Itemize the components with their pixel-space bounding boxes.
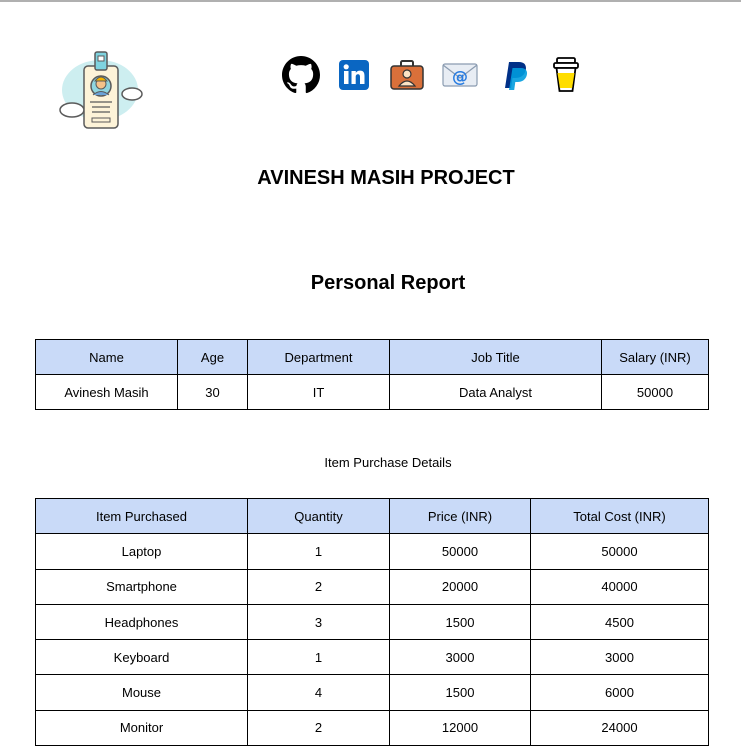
- column-header: Item Purchased: [35, 497, 248, 535]
- price-cell: 1500: [389, 603, 531, 641]
- personal-report-title: Personal Report: [310, 272, 466, 294]
- linkedin-icon[interactable]: [334, 55, 374, 95]
- table-row: Mouse 4 1500 6000: [35, 674, 709, 711]
- quantity-cell: 4: [247, 674, 390, 711]
- price-cell: 12000: [389, 709, 531, 746]
- table-row: Headphones 3 1500 4500: [35, 603, 709, 641]
- price-cell: 3000: [389, 639, 531, 676]
- quantity-cell: 1: [247, 533, 390, 570]
- purchase-caption: Item Purchase Details: [324, 455, 452, 470]
- column-header: Quantity: [247, 497, 390, 535]
- total-cost-cell: 50000: [530, 533, 709, 570]
- job-title-cell: Data Analyst: [389, 374, 602, 410]
- column-header: Name: [35, 339, 178, 375]
- total-cost-cell: 6000: [530, 674, 709, 711]
- quantity-cell: 2: [247, 709, 390, 746]
- price-cell: 50000: [389, 533, 531, 570]
- item-cell: Laptop: [35, 533, 248, 570]
- department-cell: IT: [247, 374, 390, 410]
- personal-report-table: Name Age Department Job Title Salary (IN…: [35, 339, 709, 410]
- page-title: AVINESH MASIH PROJECT: [257, 167, 515, 189]
- total-cost-cell: 4500: [530, 603, 709, 641]
- column-header: Price (INR): [389, 497, 531, 535]
- name-cell: Avinesh Masih: [35, 374, 178, 410]
- price-cell: 1500: [389, 674, 531, 711]
- age-cell: 30: [177, 374, 248, 410]
- table-row: Avinesh Masih 30 IT Data Analyst 50000: [35, 374, 709, 410]
- column-header: Salary (INR): [601, 339, 709, 375]
- svg-text:@: @: [452, 67, 468, 86]
- column-header: Age: [177, 339, 248, 375]
- column-header: Job Title: [389, 339, 602, 375]
- email-icon[interactable]: @: [440, 55, 480, 95]
- total-cost-cell: 24000: [530, 709, 709, 746]
- top-divider: [0, 0, 741, 2]
- github-icon[interactable]: [281, 55, 321, 95]
- item-cell: Monitor: [35, 709, 248, 746]
- table-row: Smartphone 2 20000 40000: [35, 568, 709, 605]
- id-badge-logo: [52, 44, 148, 134]
- salary-cell: 50000: [601, 374, 709, 410]
- portfolio-icon[interactable]: [387, 55, 427, 95]
- quantity-cell: 1: [247, 639, 390, 676]
- table-row: Monitor 2 12000 24000: [35, 709, 709, 746]
- paypal-icon[interactable]: [493, 55, 533, 95]
- purchase-table: Item Purchased Quantity Price (INR) Tota…: [35, 497, 709, 746]
- item-cell: Mouse: [35, 674, 248, 711]
- table-header-row: Item Purchased Quantity Price (INR) Tota…: [35, 497, 709, 535]
- total-cost-cell: 3000: [530, 639, 709, 676]
- quantity-cell: 3: [247, 603, 390, 641]
- table-row: Keyboard 1 3000 3000: [35, 639, 709, 676]
- column-header: Department: [247, 339, 390, 375]
- item-cell: Keyboard: [35, 639, 248, 676]
- quantity-cell: 2: [247, 568, 390, 605]
- item-cell: Headphones: [35, 603, 248, 641]
- table-row: Laptop 1 50000 50000: [35, 533, 709, 570]
- table-header-row: Name Age Department Job Title Salary (IN…: [35, 339, 709, 375]
- price-cell: 20000: [389, 568, 531, 605]
- buy-me-a-coffee-icon[interactable]: [546, 55, 586, 95]
- item-cell: Smartphone: [35, 568, 248, 605]
- column-header: Total Cost (INR): [530, 497, 709, 535]
- total-cost-cell: 40000: [530, 568, 709, 605]
